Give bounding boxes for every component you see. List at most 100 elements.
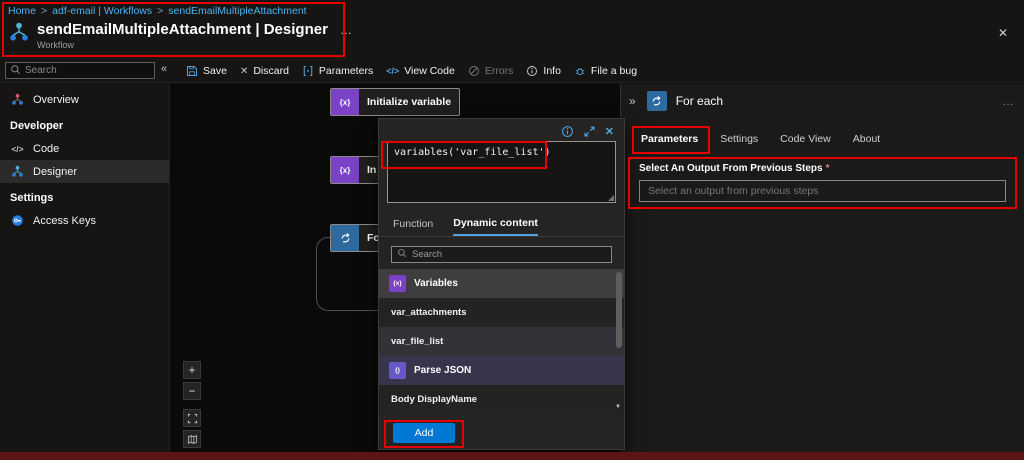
group-label: Parse JSON bbox=[414, 365, 471, 376]
sidebar: Overview Developer </> Code Designer Set… bbox=[0, 83, 170, 452]
scroll-down-icon[interactable]: ▼ bbox=[613, 402, 623, 412]
chevron-double-right-icon[interactable]: » bbox=[629, 94, 635, 108]
info-label: Info bbox=[543, 65, 561, 77]
expression-input[interactable]: variables('var_file_list') bbox=[388, 142, 615, 202]
output-field bbox=[639, 180, 1006, 202]
foreach-panel-header: » For each … bbox=[621, 84, 1024, 111]
sidebar-item-access-keys[interactable]: Access Keys bbox=[0, 209, 169, 232]
overview-icon bbox=[10, 93, 25, 106]
zoom-out-button[interactable]: − bbox=[183, 382, 201, 400]
workflow-icon bbox=[8, 21, 30, 43]
errors-button[interactable]: Errors bbox=[468, 65, 514, 77]
sidebar-item-overview[interactable]: Overview bbox=[0, 88, 169, 111]
status-bar bbox=[0, 452, 1024, 460]
list-group-parse-json[interactable]: {} Parse JSON bbox=[379, 356, 624, 385]
minimap-button[interactable] bbox=[183, 430, 201, 448]
save-button[interactable]: Save bbox=[186, 65, 227, 77]
parse-json-icon: {} bbox=[389, 362, 406, 379]
variable-icon: {x} bbox=[331, 157, 359, 183]
search-icon bbox=[10, 64, 21, 78]
list-group-variables[interactable]: {x} Variables bbox=[379, 269, 624, 298]
more-icon[interactable]: … bbox=[1002, 94, 1014, 108]
errors-icon bbox=[468, 65, 480, 77]
sidebar-search[interactable] bbox=[5, 62, 155, 79]
discard-button[interactable]: ✕ Discard bbox=[240, 65, 289, 77]
expression-editor-popup: ✕ variables('var_file_list') Function Dy… bbox=[378, 118, 625, 450]
dynamic-content-search-input[interactable] bbox=[412, 249, 606, 260]
title-more-button[interactable]: … bbox=[340, 23, 352, 37]
tab-about[interactable]: About bbox=[853, 133, 880, 145]
sidebar-section-settings: Settings bbox=[0, 183, 169, 209]
tab-code-view[interactable]: Code View bbox=[780, 133, 831, 145]
file-a-bug-button[interactable]: File a bug bbox=[574, 65, 637, 77]
tab-function[interactable]: Function bbox=[393, 217, 433, 236]
scrollbar[interactable] bbox=[616, 272, 622, 398]
sidebar-section-developer: Developer bbox=[0, 111, 169, 137]
tab-settings[interactable]: Settings bbox=[720, 133, 758, 145]
resize-handle[interactable] bbox=[608, 195, 614, 201]
tab-dynamic-content[interactable]: Dynamic content bbox=[453, 217, 538, 236]
parameters-icon bbox=[302, 65, 314, 77]
sidebar-item-designer[interactable]: Designer bbox=[0, 160, 169, 183]
parameters-button[interactable]: Parameters bbox=[302, 65, 373, 77]
sidebar-item-label: Access Keys bbox=[33, 215, 96, 227]
command-items: Save ✕ Discard Parameters </> View Code … bbox=[186, 60, 637, 82]
output-field-input[interactable] bbox=[640, 185, 1005, 197]
zoom-in-button[interactable]: + bbox=[183, 361, 201, 379]
node-label: In bbox=[359, 157, 376, 183]
close-icon[interactable]: ✕ bbox=[605, 125, 614, 138]
foreach-panel-title: For each bbox=[676, 94, 723, 108]
view-code-icon: </> bbox=[386, 66, 399, 76]
info-icon[interactable] bbox=[561, 125, 574, 138]
breadcrumb-current[interactable]: sendEmailMultipleAttachment bbox=[168, 5, 306, 17]
dynamic-content-search[interactable] bbox=[391, 246, 612, 263]
fit-screen-button[interactable] bbox=[183, 409, 201, 427]
collapse-sidebar-icon[interactable]: « bbox=[161, 63, 167, 75]
discard-icon: ✕ bbox=[240, 66, 248, 77]
view-code-button[interactable]: </> View Code bbox=[386, 65, 455, 77]
dynamic-content-list: {x} Variables var_attachments var_file_l… bbox=[379, 269, 624, 414]
foreach-panel: » For each … Parameters Settings Code Vi… bbox=[620, 84, 1024, 452]
popup-toolbar: ✕ bbox=[379, 119, 624, 141]
sidebar-item-label: Overview bbox=[33, 94, 79, 106]
add-row: Add bbox=[379, 414, 624, 443]
list-item-var-attachments[interactable]: var_attachments bbox=[379, 298, 624, 327]
discard-label: Discard bbox=[253, 65, 289, 77]
add-button[interactable]: Add bbox=[393, 423, 455, 443]
variable-icon: {x} bbox=[389, 275, 406, 292]
list-item-var-file-list[interactable]: var_file_list bbox=[379, 327, 624, 356]
item-label: Body DisplayName bbox=[389, 394, 477, 405]
parameters-label: Parameters bbox=[319, 65, 373, 77]
file-a-bug-label: File a bug bbox=[591, 65, 637, 77]
group-label: Variables bbox=[414, 278, 458, 289]
commandbar: « Save ✕ Discard Parameters </> View Cod… bbox=[0, 60, 1024, 83]
required-marker: * bbox=[826, 163, 830, 174]
foreach-icon bbox=[331, 225, 359, 251]
page-title: sendEmailMultipleAttachment | Designer bbox=[37, 21, 328, 38]
tab-parameters[interactable]: Parameters bbox=[641, 133, 698, 145]
close-icon[interactable]: ✕ bbox=[998, 26, 1008, 40]
list-item-body-displayname[interactable]: Body DisplayName bbox=[379, 385, 624, 414]
breadcrumb: Home > adf-email | Workflows > sendEmail… bbox=[8, 5, 307, 17]
breadcrumb-separator: > bbox=[41, 5, 47, 17]
info-button[interactable]: Info bbox=[526, 65, 561, 77]
breadcrumb-home[interactable]: Home bbox=[8, 5, 36, 17]
info-icon bbox=[526, 65, 538, 77]
expand-icon[interactable] bbox=[583, 125, 596, 138]
app-root: Home > adf-email | Workflows > sendEmail… bbox=[0, 0, 1024, 460]
sidebar-item-label: Code bbox=[33, 143, 59, 155]
sidebar-item-code[interactable]: </> Code bbox=[0, 137, 169, 160]
scrollbar-thumb[interactable] bbox=[616, 272, 622, 348]
item-label: var_attachments bbox=[389, 307, 467, 318]
save-icon bbox=[186, 65, 198, 77]
expression-input-box: variables('var_file_list') bbox=[387, 141, 616, 203]
title-row: sendEmailMultipleAttachment | Designer …… bbox=[8, 21, 352, 50]
titlebar: Home > adf-email | Workflows > sendEmail… bbox=[0, 0, 1024, 60]
expression-tabs: Function Dynamic content bbox=[379, 203, 624, 237]
foreach-panel-tabs: Parameters Settings Code View About bbox=[621, 111, 1024, 145]
view-code-label: View Code bbox=[404, 65, 455, 77]
sidebar-search-input[interactable] bbox=[25, 65, 150, 76]
node-initialize-variable[interactable]: {x} Initialize variable bbox=[330, 88, 460, 116]
output-field-label-text: Select An Output From Previous Steps bbox=[639, 163, 823, 174]
breadcrumb-workflows[interactable]: adf-email | Workflows bbox=[52, 5, 152, 17]
